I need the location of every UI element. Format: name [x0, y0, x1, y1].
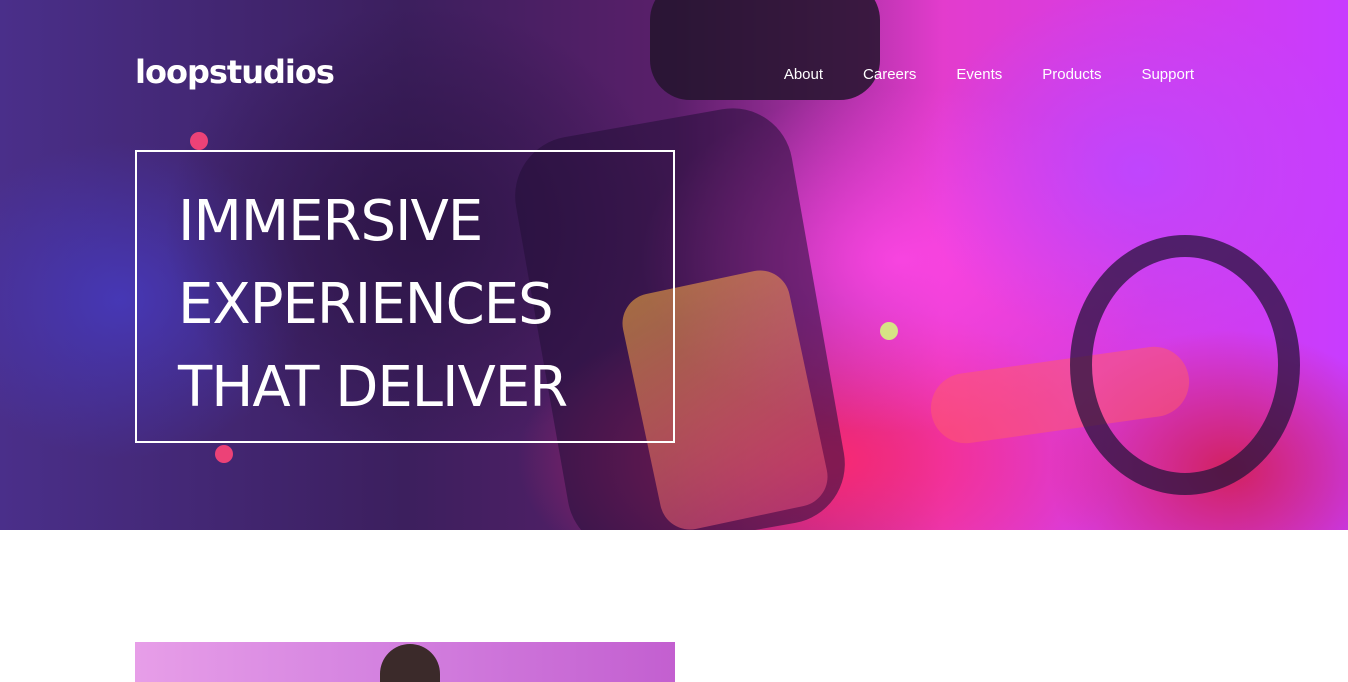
- hero-headline: IMMERSIVE EXPERIENCES THAT DELIVER: [178, 180, 658, 429]
- site-header: loopstudios About Careers Events Product…: [0, 0, 1348, 150]
- hero-headline-line: THAT DELIVER: [178, 355, 568, 420]
- nav-link-careers[interactable]: Careers: [863, 65, 916, 85]
- hero-image-light: [880, 322, 898, 340]
- hero-image-hand: [926, 342, 1194, 448]
- hero-image-light: [215, 445, 233, 463]
- hero-image-steering-wheel: [1070, 235, 1300, 495]
- hero-headline-line: IMMERSIVE: [178, 189, 483, 254]
- hero-headline-box: IMMERSIVE EXPERIENCES THAT DELIVER: [135, 150, 675, 443]
- nav-link-about[interactable]: About: [784, 65, 823, 85]
- nav-link-products[interactable]: Products: [1042, 65, 1101, 85]
- interactive-vr-image: [135, 642, 675, 682]
- logo[interactable]: loopstudios: [135, 52, 335, 92]
- hero-section: loopstudios About Careers Events Product…: [0, 0, 1348, 530]
- image-subject-head: [380, 644, 440, 682]
- nav-link-events[interactable]: Events: [956, 65, 1002, 85]
- main-nav: About Careers Events Products Support: [784, 65, 1194, 85]
- nav-link-support[interactable]: Support: [1141, 65, 1194, 85]
- hero-headline-line: EXPERIENCES: [178, 272, 554, 337]
